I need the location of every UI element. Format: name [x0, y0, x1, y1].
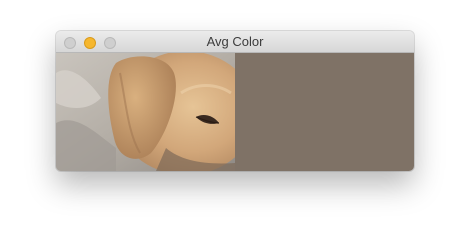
- source-image: [56, 53, 235, 171]
- window-title: Avg Color: [206, 34, 264, 49]
- title-bar[interactable]: Avg Color: [56, 31, 414, 53]
- window-content: [56, 53, 414, 171]
- puppy-photo-icon: [56, 53, 235, 171]
- app-window: Avg Color: [56, 31, 414, 171]
- average-color-swatch: [235, 53, 414, 171]
